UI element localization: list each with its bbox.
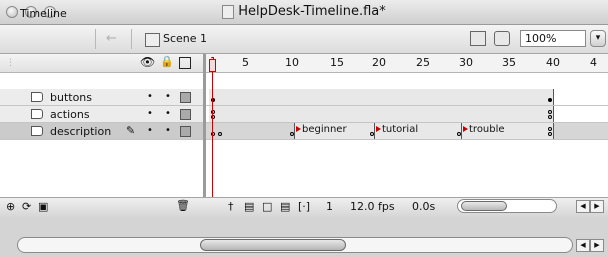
toolbar-divider [131,29,132,49]
window-title: HelpDesk-Timeline.fla* [0,0,608,24]
layer-row-actions[interactable]: actions • • [0,106,206,123]
lock-dot[interactable]: • [165,92,171,102]
keyframe[interactable] [548,115,552,119]
ruler-tick: 10 [285,56,299,69]
pencil-icon: ✎ [126,124,136,137]
scene-label[interactable]: Scene 1 [163,32,207,45]
visibility-dot[interactable]: • [147,92,153,102]
keyframe[interactable] [548,132,552,136]
scroll-right-arrow-icon[interactable]: ▶ [590,200,604,213]
keyframe[interactable] [457,132,461,136]
ruler-tick: 30 [459,56,473,69]
window-title-text: HelpDesk-Timeline.fla* [238,4,386,19]
zoom-input[interactable]: 100% [520,30,586,47]
stage-scroll-right-arrow-icon[interactable]: ▶ [590,239,604,252]
onion-skin-icon[interactable]: ▤ [244,200,254,213]
frame-row-buttons[interactable] [206,89,608,106]
ruler-tick: 4 [590,56,597,69]
visibility-dot[interactable]: • [147,109,153,119]
stage-scroll-left-arrow-icon[interactable]: ◀ [576,239,590,252]
layer-row-buttons[interactable]: buttons • • [0,89,206,106]
toolbar-divider [95,29,96,49]
back-arrow-icon[interactable]: ← [106,31,117,46]
frame-label[interactable]: tutorial [382,124,418,135]
fla-file-icon [222,4,235,19]
frame-span[interactable] [209,106,554,122]
edit-multiple-frames-icon[interactable]: ▤ [280,200,290,213]
ruler-tick: 35 [502,56,516,69]
clapper-icon [145,33,160,47]
outline-color-square[interactable] [180,92,191,103]
lock-dot[interactable]: • [165,126,171,136]
zoom-dropdown-button[interactable]: ▾ [590,30,606,47]
keyframe[interactable] [548,110,552,114]
ruler-tick: 20 [372,56,386,69]
ruler-tick: 15 [330,56,344,69]
playhead[interactable] [209,59,216,72]
keyframe[interactable] [290,132,294,136]
frame-label-flag-icon [296,126,301,132]
keyframe[interactable] [548,98,552,102]
layer-icon [31,109,43,119]
insert-layer-folder-icon[interactable]: ▣ [38,200,48,213]
frame-row-description[interactable]: beginner tutorial trouble [206,123,608,140]
onion-skin-outlines-icon[interactable]: □ [262,200,272,213]
layer-header [0,54,206,73]
frame-label[interactable]: trouble [469,124,505,135]
frame-row-actions[interactable] [206,106,608,123]
frame-label-flag-icon [463,126,468,132]
stage-scroll-thumb[interactable] [200,239,346,251]
edit-scene-icon[interactable] [470,31,486,46]
outline-square-icon[interactable] [179,57,191,69]
keyframe[interactable] [218,132,222,136]
trash-icon[interactable]: 🗑 [176,199,190,212]
ruler-tick: 25 [416,56,430,69]
timeline-tab[interactable]: Timeline [20,7,67,20]
outline-color-square[interactable] [180,126,191,137]
lock-icon[interactable]: 🔒 [160,55,174,68]
visibility-dot[interactable]: • [147,126,153,136]
grip-handle[interactable]: ⋮ [6,58,15,68]
outline-color-square[interactable] [180,109,191,120]
layer-icon [31,126,43,136]
playhead-line [212,72,213,197]
timeline-scroll-thumb[interactable] [461,201,507,211]
frame-rate: 12.0 fps [350,200,395,213]
timeline-toolbar [0,25,608,54]
ruler-tick: 40 [546,56,560,69]
insert-layer-icon[interactable]: ⊕ [6,200,15,213]
layer-name: description [50,125,112,138]
eye-icon[interactable]: 👁 [140,55,155,69]
frame-span[interactable] [209,89,554,105]
frame-label[interactable]: beginner [302,124,347,135]
scroll-left-arrow-icon[interactable]: ◀ [576,200,590,213]
elapsed-time: 0.0s [412,200,436,213]
layer-name: actions [50,108,90,121]
layer-icon [31,92,43,102]
frame-label-flag-icon [376,126,381,132]
edit-symbol-icon[interactable] [494,31,510,46]
keyframe[interactable] [370,132,374,136]
modify-onion-markers-icon[interactable]: [·] [298,200,310,213]
frame-span[interactable] [209,123,295,139]
add-motion-guide-icon[interactable]: ⟳ [22,200,31,213]
keyframe[interactable] [548,127,552,131]
ruler-tick: 5 [242,56,249,69]
lock-dot[interactable]: • [165,109,171,119]
layer-row-description[interactable]: description ✎ • • [0,123,206,140]
center-frame-icon[interactable]: † [228,200,234,213]
layer-name: buttons [50,91,93,104]
current-frame: 1 [326,200,333,213]
